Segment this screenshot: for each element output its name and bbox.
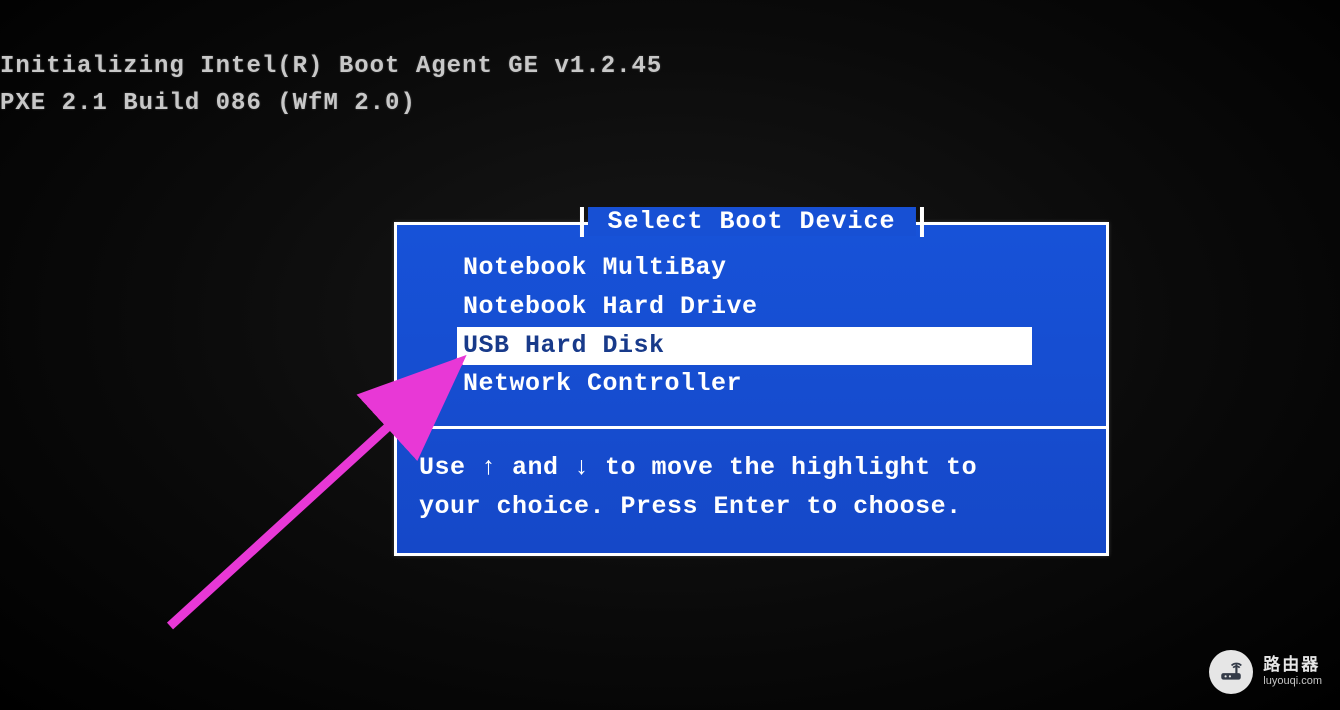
boot-line-1: Initializing Intel(R) Boot Agent GE v1.2… xyxy=(0,53,662,80)
watermark-en: luyouqi.com xyxy=(1263,674,1322,688)
boot-device-item-multibay[interactable]: Notebook MultiBay xyxy=(457,249,1076,288)
boot-device-list: Notebook MultiBay Notebook Hard Drive US… xyxy=(397,225,1106,416)
dialog-help-text: Use ↑ and ↓ to move the highlight to you… xyxy=(397,429,1106,553)
boot-device-item-network-controller[interactable]: Network Controller xyxy=(457,365,1076,404)
router-icon xyxy=(1209,650,1253,694)
boot-device-item-hard-drive[interactable]: Notebook Hard Drive xyxy=(457,288,1076,327)
boot-device-dialog: Select Boot Device Notebook MultiBay Not… xyxy=(394,222,1109,556)
watermark: 路由器 luyouqi.com xyxy=(1209,650,1322,694)
watermark-zh: 路由器 xyxy=(1263,656,1322,675)
boot-device-item-usb-hard-disk[interactable]: USB Hard Disk xyxy=(457,327,1032,366)
boot-line-2: PXE 2.1 Build 086 (WfM 2.0) xyxy=(0,90,416,117)
boot-init-text: Initializing Intel(R) Boot Agent GE v1.2… xyxy=(0,48,662,122)
dialog-title: Select Boot Device xyxy=(587,207,915,236)
watermark-text: 路由器 luyouqi.com xyxy=(1263,656,1322,689)
